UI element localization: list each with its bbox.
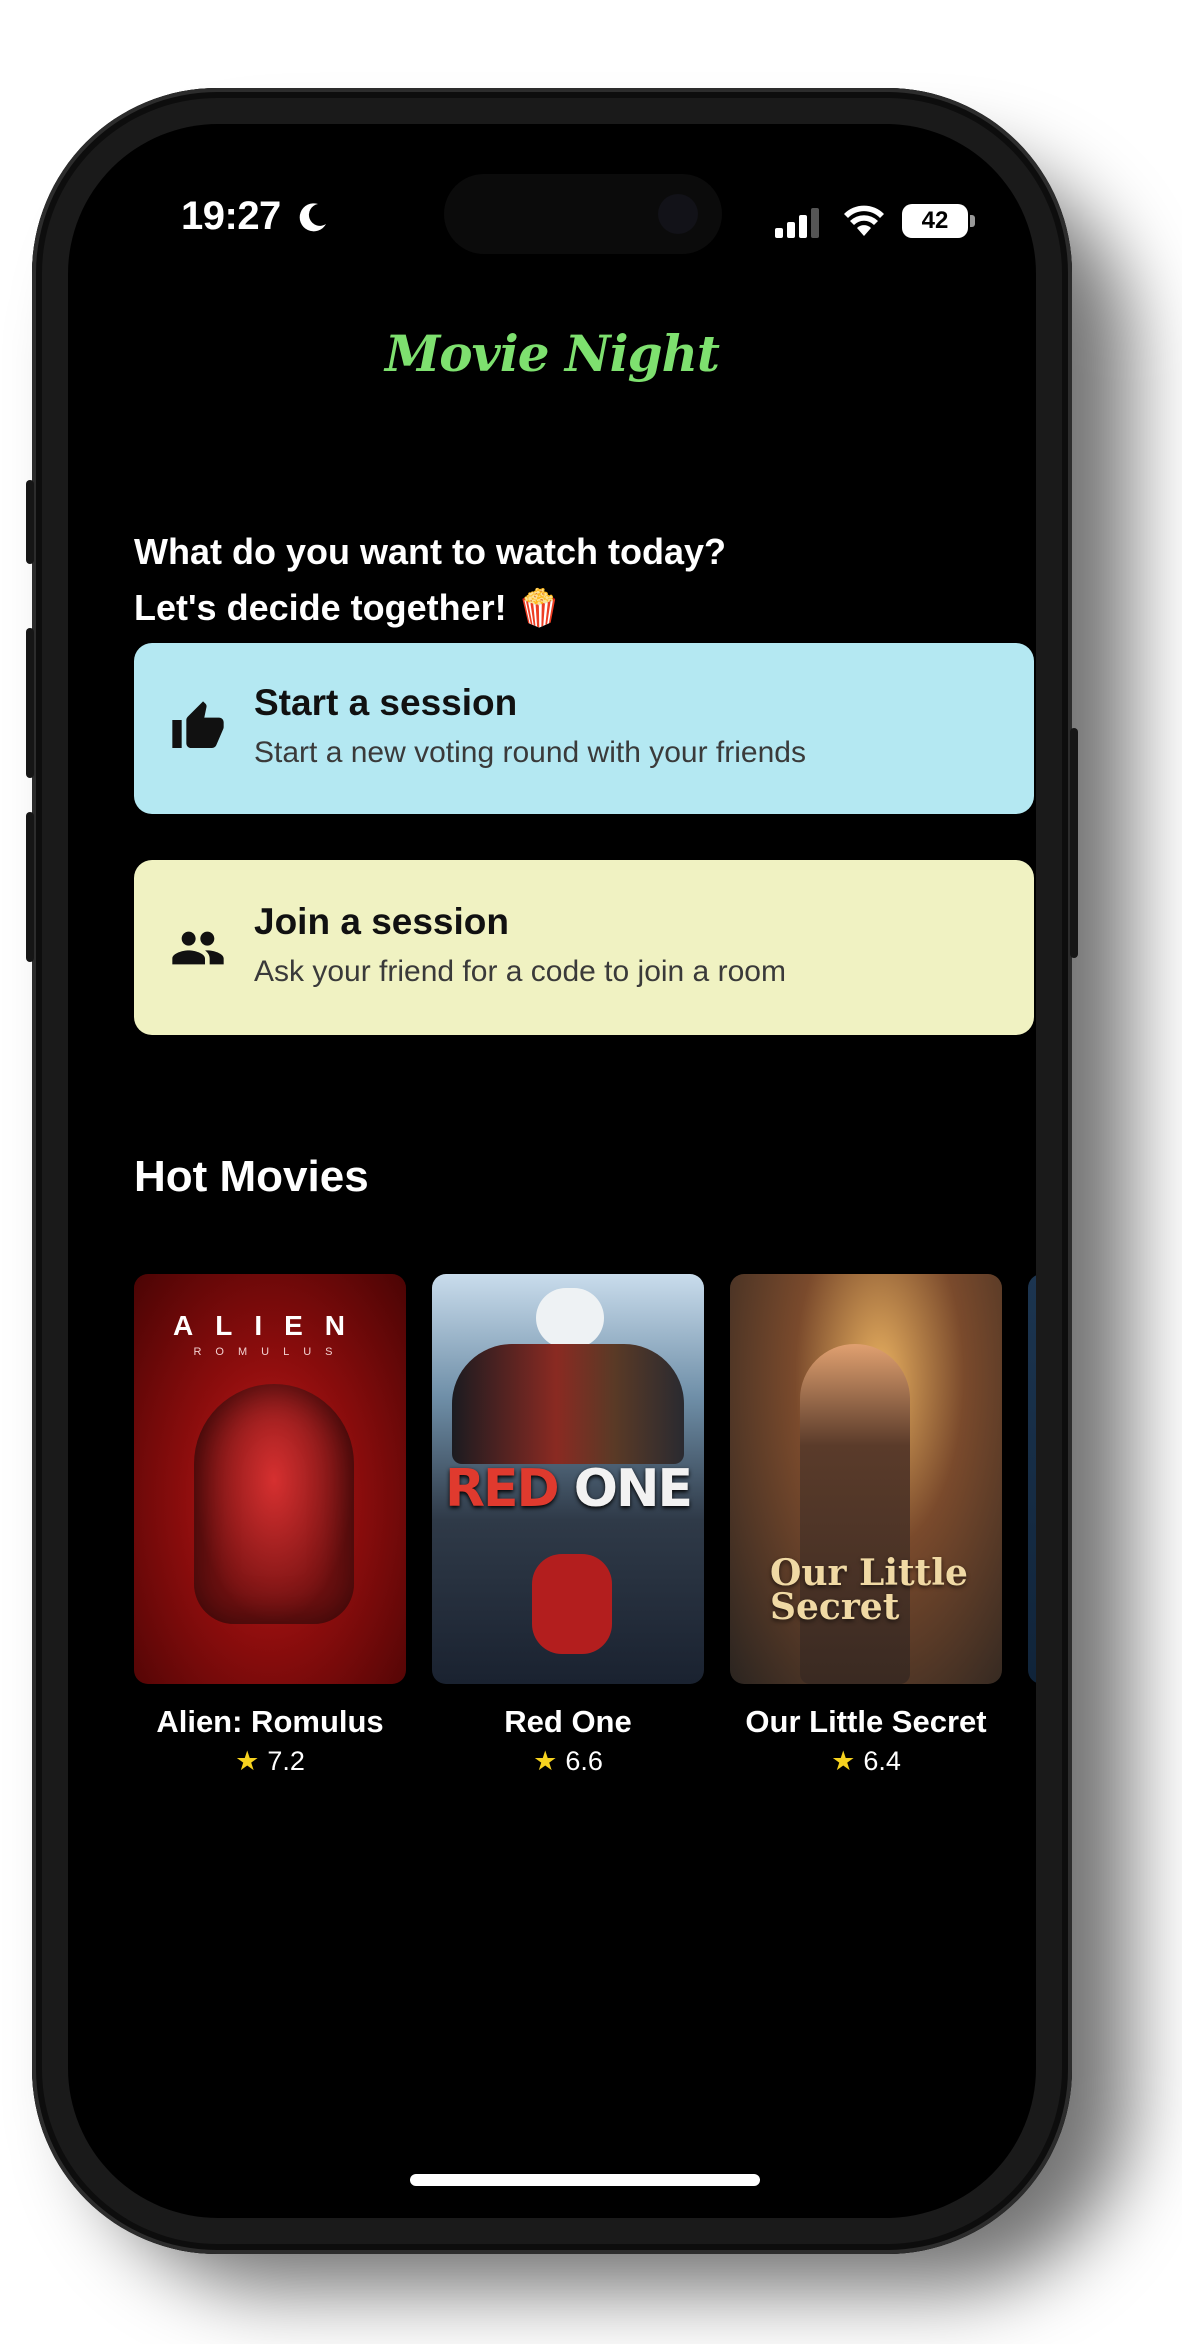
movie-title: Our Little Secret <box>745 1704 987 1739</box>
rating-value: 6.4 <box>863 1746 901 1776</box>
movie-title: Alien: Romulus <box>156 1704 384 1739</box>
movie-rating: ★ 6.4 <box>730 1746 1002 1777</box>
hot-movies-heading: Hot Movies <box>134 1152 369 1201</box>
volume-down-button <box>26 812 34 962</box>
poster-cast <box>452 1344 684 1464</box>
poster-logo: ALIEN <box>173 1310 367 1341</box>
poster-logo-red: RED <box>444 1459 560 1519</box>
movie-rating: ★ 7.2 <box>134 1746 406 1777</box>
app-title: Movie Night <box>384 324 720 383</box>
intro-text: What do you want to watch today? Let's d… <box>134 524 726 636</box>
thumbs-up-icon <box>172 701 224 748</box>
poster-logo: Our Little Secret <box>770 1552 968 1628</box>
join-session-title: Join a session <box>254 901 509 942</box>
movie-poster[interactable]: ALIEN ROMULUS <box>134 1274 406 1684</box>
cellular-signal-icon <box>775 208 819 238</box>
power-button <box>1070 728 1078 958</box>
group-icon <box>172 931 224 965</box>
poster-figure <box>800 1344 910 1684</box>
movie-poster[interactable]: RED ONE <box>432 1274 704 1684</box>
screen: 19:27 42 Movie Night What do you want to… <box>68 124 1036 2218</box>
join-session-subtitle: Ask your friend for a code to join a roo… <box>254 955 786 988</box>
battery-tip <box>970 215 975 227</box>
movie-card-alien-romulus[interactable]: ALIEN ROMULUS Alien: Romulus ★ 7.2 <box>134 1274 406 1777</box>
start-session-button[interactable]: Start a session Start a new voting round… <box>134 643 1034 814</box>
start-session-title: Start a session <box>254 682 518 723</box>
poster-logo: RED ONE <box>432 1459 704 1519</box>
poster-polar-bear <box>536 1288 604 1348</box>
movie-poster[interactable]: Our Little Secret <box>730 1274 1002 1684</box>
action-button <box>26 480 34 564</box>
battery-indicator: 42 <box>902 204 968 238</box>
status-time: 19:27 <box>181 194 281 238</box>
movie-card-our-little-secret[interactable]: Our Little Secret Our Little Secret ★ 6.4 <box>730 1274 1002 1777</box>
start-session-subtitle: Start a new voting round with your frien… <box>254 736 806 769</box>
poster-santa <box>532 1554 612 1654</box>
rating-value: 6.6 <box>565 1746 603 1776</box>
star-icon: ★ <box>235 1746 260 1776</box>
poster-logo-sub: ROMULUS <box>193 1346 347 1358</box>
volume-up-button <box>26 628 34 778</box>
phone-frame: 19:27 42 Movie Night What do you want to… <box>26 88 1078 2254</box>
rating-value: 7.2 <box>267 1746 305 1776</box>
movie-card-red-one[interactable]: RED ONE Red One ★ 6.6 <box>432 1274 704 1777</box>
dynamic-island <box>444 174 722 254</box>
next-movie-poster-peek[interactable] <box>1028 1274 1036 1684</box>
start-session-text: Start a session Start a new voting round… <box>254 681 806 773</box>
star-icon: ★ <box>831 1746 856 1776</box>
wifi-icon <box>844 205 884 236</box>
join-session-text: Join a session Ask your friend for a cod… <box>254 900 786 992</box>
home-indicator[interactable] <box>410 2174 760 2186</box>
intro-line-1: What do you want to watch today? <box>134 531 726 572</box>
camera-icon <box>658 194 698 234</box>
movie-title: Red One <box>504 1704 632 1739</box>
movie-rating: ★ 6.6 <box>432 1746 704 1777</box>
canvas: 19:27 42 Movie Night What do you want to… <box>0 0 1182 2344</box>
star-icon: ★ <box>533 1746 558 1776</box>
moon-icon <box>299 203 326 232</box>
intro-line-2: Let's decide together! 🍿 <box>134 587 562 628</box>
poster-figure <box>194 1384 354 1624</box>
join-session-button[interactable]: Join a session Ask your friend for a cod… <box>134 860 1034 1035</box>
poster-logo-one: ONE <box>573 1459 693 1519</box>
